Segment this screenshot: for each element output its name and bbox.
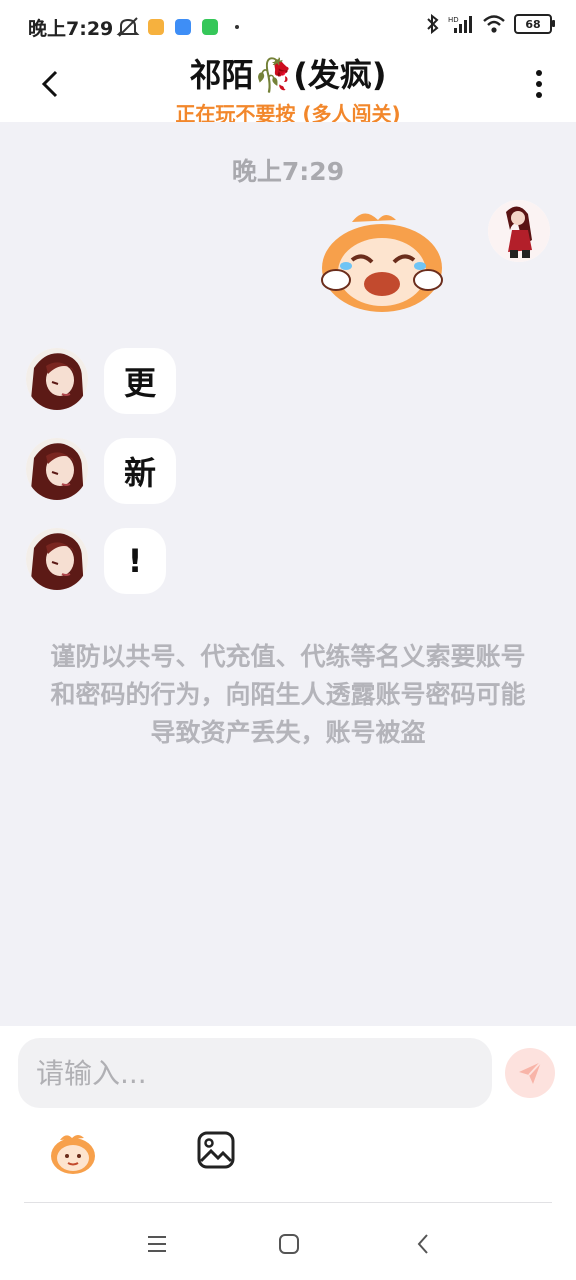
- contact-name: 祁陌🥀(发疯): [189, 56, 387, 94]
- chat-area[interactable]: 晚上7:29 更 新 ! 谨防以共号、代充值、代练等名义索要账号和密码的行为，向…: [0, 122, 576, 1026]
- vertical-dots-icon: [536, 70, 542, 98]
- wifi-icon: [483, 15, 505, 33]
- avatar-girl-icon: [26, 348, 88, 410]
- menu-icon: [148, 1236, 166, 1252]
- svg-text:HD: HD: [448, 16, 459, 24]
- browser-icon: [175, 19, 191, 35]
- contact-avatar[interactable]: [26, 438, 88, 500]
- battery-level: 68: [525, 17, 541, 31]
- bluetooth-icon: [427, 14, 439, 34]
- message-bubble[interactable]: 更: [104, 348, 176, 414]
- send-button[interactable]: [505, 1048, 555, 1098]
- send-icon: [519, 1061, 542, 1084]
- self-avatar[interactable]: [488, 200, 550, 262]
- security-notice: 谨防以共号、代充值、代练等名义索要账号和密码的行为，向陌生人透露账号密码可能导致…: [50, 642, 526, 747]
- more-notifications-icon: [235, 25, 239, 29]
- chat-header: 祁陌🥀(发疯) 正在玩不要按 (多人闯关): [0, 44, 576, 126]
- mute-icon: [116, 17, 140, 37]
- message-bubble[interactable]: !: [104, 528, 166, 594]
- emoji-button[interactable]: [48, 1130, 98, 1176]
- system-nav-bar: [0, 1203, 576, 1280]
- image-button[interactable]: [196, 1130, 236, 1170]
- nav-menu-button[interactable]: [142, 1229, 172, 1259]
- crying-sticker-icon[interactable]: [316, 210, 450, 314]
- status-time: 晚上7:29: [28, 18, 114, 40]
- message-bubble[interactable]: 新: [104, 438, 176, 504]
- message-text: 更: [123, 364, 156, 402]
- nav-home-button[interactable]: [274, 1229, 304, 1259]
- contact-avatar[interactable]: [26, 528, 88, 590]
- avatar-girl-icon: [488, 200, 550, 262]
- signal-icon: HD: [448, 16, 472, 33]
- status-right: HD 68: [426, 14, 555, 34]
- chevron-left-icon: [417, 1234, 428, 1254]
- home-square-icon: [279, 1234, 299, 1254]
- battery-icon: 68: [514, 14, 555, 34]
- message-text: !: [127, 542, 143, 580]
- message-input[interactable]: [18, 1038, 492, 1108]
- app-notification-icon: [148, 19, 164, 35]
- input-area: [0, 1026, 576, 1203]
- header-title-block: 祁陌🥀(发疯) 正在玩不要按 (多人闯关): [0, 50, 576, 127]
- message-text: 新: [123, 454, 156, 492]
- nav-back-button[interactable]: [408, 1229, 438, 1259]
- more-options-button[interactable]: [524, 66, 554, 102]
- message-icon: [202, 19, 218, 35]
- avatar-girl-icon: [26, 438, 88, 500]
- image-icon: [197, 1131, 235, 1169]
- avatar-girl-icon: [26, 528, 88, 590]
- contact-avatar[interactable]: [26, 348, 88, 410]
- message-timestamp: 晚上7:29: [231, 157, 345, 186]
- emoji-sticker-icon: [51, 1135, 95, 1174]
